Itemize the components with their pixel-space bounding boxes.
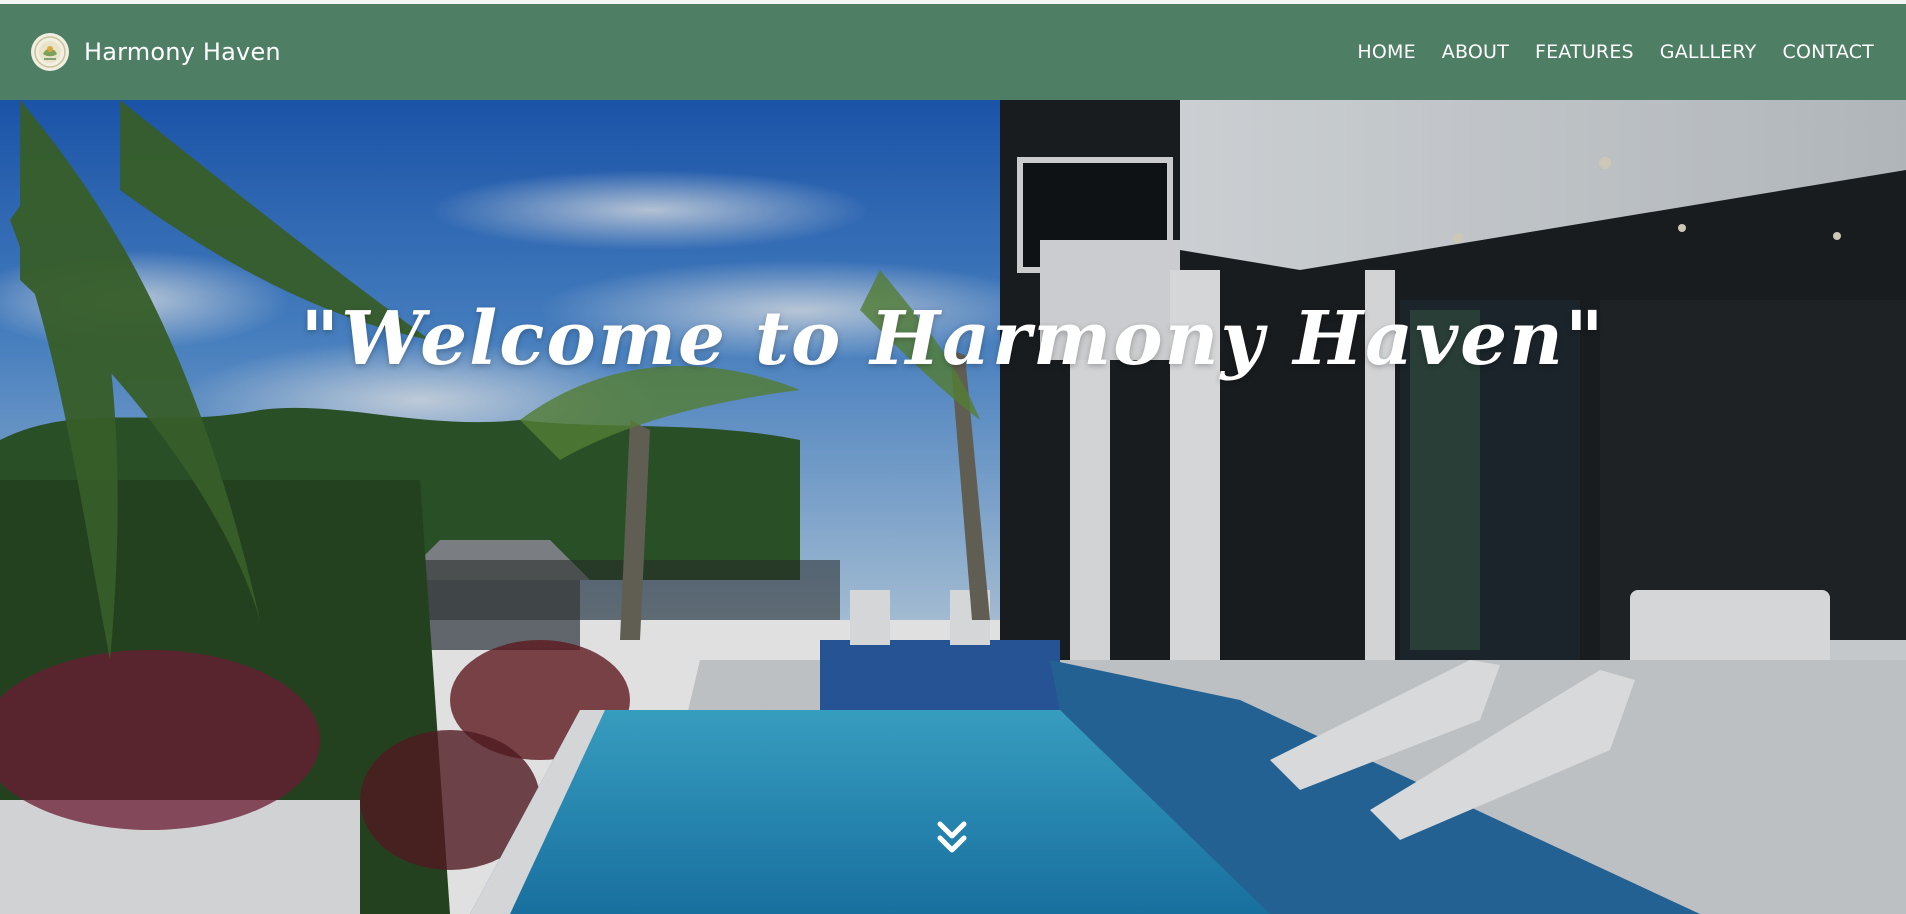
nav-contact[interactable]: CONTACT (1782, 41, 1874, 63)
leaf-emblem-icon (31, 33, 69, 71)
nav-gallery[interactable]: GALLLERY (1660, 41, 1757, 63)
brand-name: Harmony Haven (84, 38, 281, 66)
nav-features[interactable]: FEATURES (1535, 41, 1634, 63)
page: Harmony Haven HOME ABOUT FEATURES GALLLE… (0, 0, 1906, 914)
nav-home[interactable]: HOME (1357, 41, 1415, 63)
hero-background-image (0, 100, 1906, 914)
hero-section: "Welcome to Harmony Haven" (0, 100, 1906, 914)
hero-title: "Welcome to Harmony Haven" (300, 296, 1606, 382)
navbar: Harmony Haven HOME ABOUT FEATURES GALLLE… (0, 4, 1906, 100)
double-chevron-down-icon[interactable] (934, 818, 970, 858)
main-nav: HOME ABOUT FEATURES GALLLERY CONTACT (1357, 41, 1874, 63)
nav-about[interactable]: ABOUT (1442, 41, 1509, 63)
brand[interactable]: Harmony Haven (30, 32, 281, 72)
